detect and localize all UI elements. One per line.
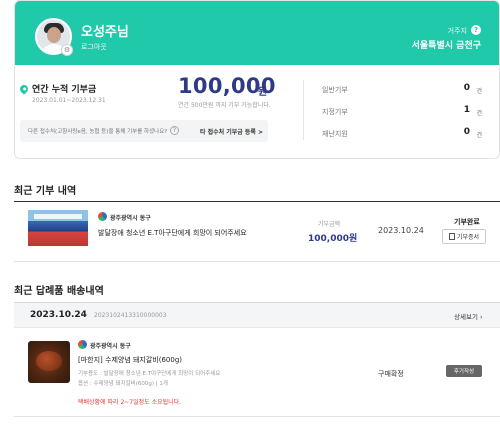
donation-org-name: 광주광역시 동구 <box>110 215 151 222</box>
donation-thumbnail[interactable] <box>28 210 88 246</box>
register-other-donation-link[interactable]: 타 접수처 기부금 등록 > <box>200 127 263 136</box>
gift-status: 구매확정 <box>378 370 404 378</box>
region-label: 거주지 <box>447 27 467 35</box>
user-name: 오성주님 <box>81 25 129 40</box>
row-divider <box>14 261 500 262</box>
help-icon[interactable]: ? <box>170 126 179 135</box>
gift-usage: 기부용도 : 발달장애 청소년 E.T야구단에게 희망이 되어주세요 <box>78 371 221 377</box>
chevron-right-icon: › <box>480 313 483 321</box>
annual-total-title: 연간 누적 기부금 <box>32 85 97 95</box>
annual-period: 2023.01.01~2023.12.31 <box>32 97 106 104</box>
stat-unit-designated: 건 <box>476 110 482 117</box>
order-header: 2023.10.24 2023102413310000003 상세보기 › <box>14 302 500 328</box>
delivery-warning: 택배상황에 따라 2~7일정도 소요됩니다. <box>78 399 182 406</box>
recent-gifts-title: 최근 답례품 배송내역 <box>14 286 104 297</box>
gift-option: 옵션 : 수제양념 돼지갈비(600g) | 1개 <box>78 381 168 387</box>
stat-label-designated: 지정기부 <box>322 108 348 116</box>
gift-name[interactable]: [마한지] 수제양념 돼지갈비(600g) <box>78 355 182 365</box>
profile-header: ⚙ 오성주님 로그아웃 거주지 ? 서울특별시 금천구 <box>15 1 499 65</box>
stat-unit-general: 건 <box>476 88 482 95</box>
donation-status: 기부완료 <box>454 218 480 226</box>
other-channel-text: 다른 접수처(고향사랑e음, 농협 등)을 통해 기부를 하셨나요? <box>28 129 168 135</box>
stat-unit-disaster: 건 <box>476 132 482 139</box>
donation-certificate-button[interactable]: 기부증서 <box>442 229 486 244</box>
stat-label-general: 일반기부 <box>322 86 348 94</box>
avatar-settings-icon[interactable]: ⚙ <box>61 44 73 56</box>
gift-thumbnail[interactable] <box>28 341 70 383</box>
order-number: 2023102413310000003 <box>94 312 167 319</box>
document-icon <box>448 233 455 240</box>
org-logo-icon <box>98 212 107 221</box>
other-channel-box: 다른 접수처(고향사랑e음, 농협 등)을 통해 기부를 하셨나요? ? 타 접… <box>20 120 268 142</box>
row-divider <box>14 416 500 417</box>
order-detail-label: 상세보기 <box>454 313 478 321</box>
region-help-icon[interactable]: ? <box>471 25 481 35</box>
write-review-button[interactable]: 후기작성 <box>446 365 482 377</box>
annual-amount-unit: 원 <box>258 87 268 98</box>
gift-org-name: 광주광역시 동구 <box>90 343 131 350</box>
stat-value-general: 0 <box>463 83 470 93</box>
order-date: 2023.10.24 <box>30 310 87 320</box>
recent-donations-title: 최근 기부 내역 <box>14 186 77 197</box>
stat-value-disaster: 0 <box>463 127 470 137</box>
divider <box>303 80 304 140</box>
section-divider <box>14 201 500 202</box>
donation-amount-label: 기부금액 <box>318 221 341 228</box>
region-value: 서울특별시 금천구 <box>411 41 481 51</box>
logout-link[interactable]: 로그아웃 <box>81 42 107 52</box>
donation-certificate-label: 기부증서 <box>456 234 480 241</box>
donation-title[interactable]: 발달장애 청소년 E.T아구단에게 희망이 되어주세요 <box>98 228 247 238</box>
annual-limit-note: 연간 500만원 까지 기부 가능합니다. <box>178 102 271 109</box>
donation-amount: 100,000원 <box>308 234 358 244</box>
order-detail-link[interactable]: 상세보기 › <box>454 311 483 321</box>
gift-org-logo-icon <box>78 340 87 349</box>
donation-date: 2023.10.24 <box>378 226 424 235</box>
stat-label-disaster: 재난지원 <box>322 130 348 138</box>
stat-value-designated: 1 <box>463 105 470 115</box>
